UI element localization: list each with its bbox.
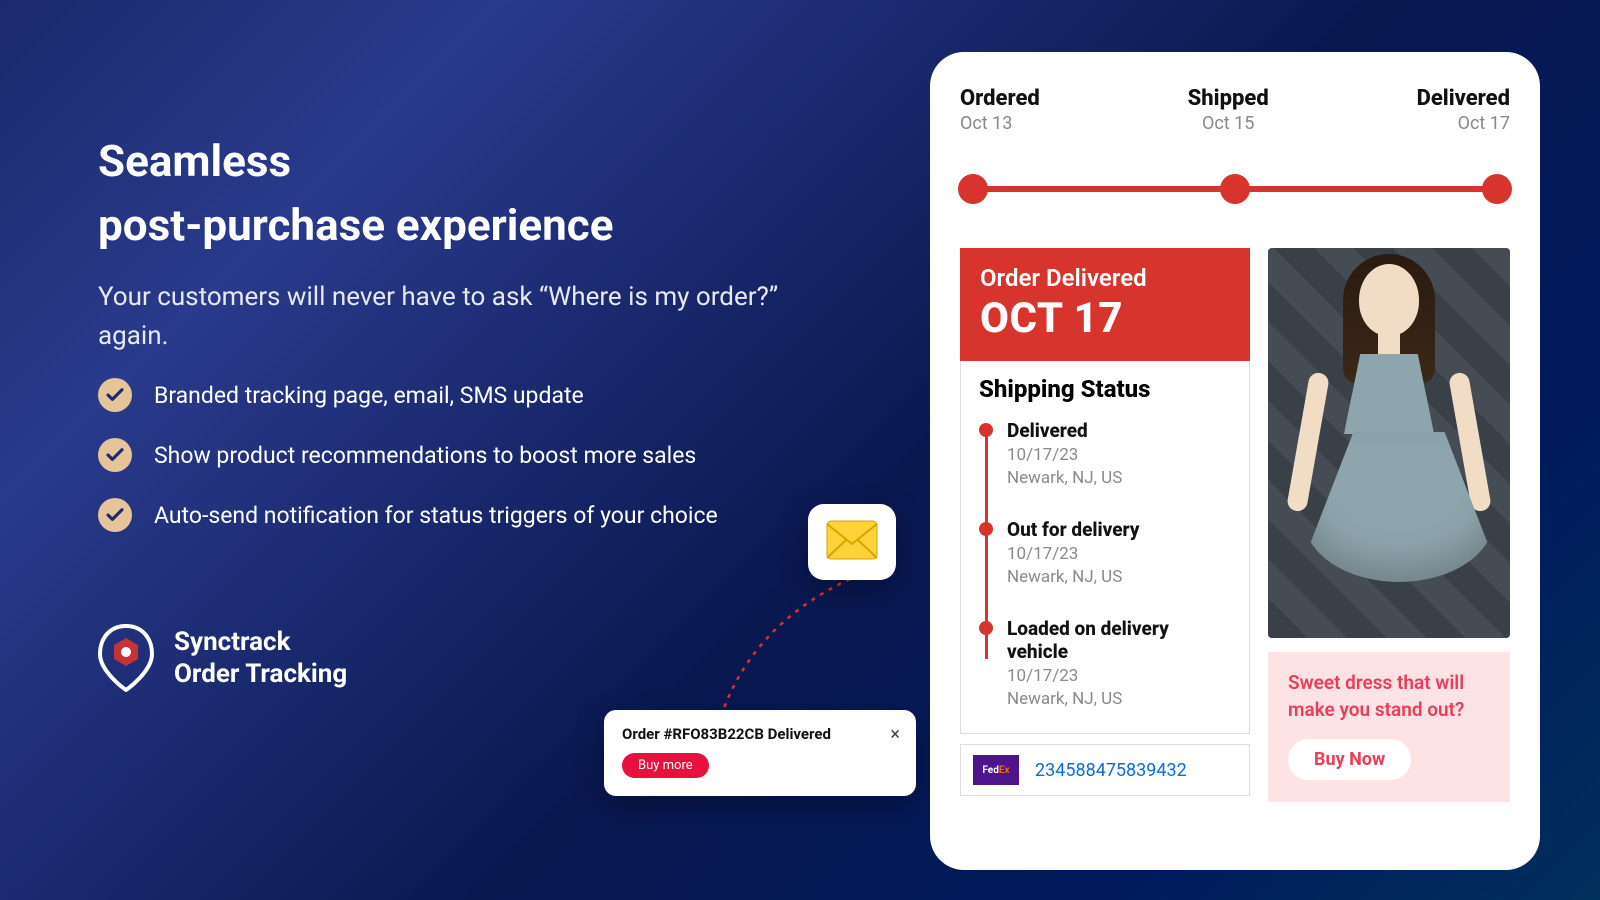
timeline-date: Oct 13 (960, 113, 1040, 134)
event-location: Newark, NJ, US (1007, 689, 1231, 709)
delivered-title: Order Delivered (980, 264, 1230, 292)
status-column: Order Delivered OCT 17 Shipping Status D… (960, 248, 1250, 870)
shipping-event: Delivered 10/17/23 Newark, NJ, US (1007, 419, 1231, 488)
timeline-title: Shipped (1188, 86, 1269, 111)
check-icon (98, 438, 132, 472)
event-date: 10/17/23 (1007, 666, 1231, 686)
page-headline: Seamless post-purchase experience (98, 130, 613, 258)
promo-text: Sweet dress that will make you stand out… (1288, 670, 1490, 723)
timeline-step-shipped: Shipped Oct 15 (1188, 86, 1269, 134)
feature-text: Branded tracking page, email, SMS update (154, 380, 584, 411)
promo-box: Sweet dress that will make you stand out… (1268, 652, 1510, 802)
feature-text: Auto-send notification for status trigge… (154, 500, 718, 531)
shipping-event: Out for delivery 10/17/23 Newark, NJ, US (1007, 518, 1231, 587)
feature-item: Show product recommendations to boost mo… (98, 440, 718, 472)
toast-title: Order #RFO83B22CB Delivered (622, 725, 831, 743)
event-list: Delivered 10/17/23 Newark, NJ, US Out fo… (979, 419, 1231, 709)
status-heading: Shipping Status (979, 375, 1231, 403)
tracking-number-link[interactable]: 234588475839432 (1035, 760, 1187, 781)
event-title: Loaded on delivery vehicle (1007, 617, 1231, 663)
feature-list: Branded tracking page, email, SMS update… (98, 380, 718, 532)
email-notification-card (808, 504, 896, 580)
delivered-banner: Order Delivered OCT 17 (960, 248, 1250, 361)
timeline-step-ordered: Ordered Oct 13 (960, 86, 1040, 134)
headline-line1: Seamless (98, 130, 613, 194)
brand-footer: Synctrack Order Tracking (98, 624, 347, 692)
timeline-date: Oct 15 (1188, 113, 1269, 134)
toast-notification: Order #RFO83B22CB Delivered × Buy more (604, 710, 916, 796)
buy-now-button[interactable]: Buy Now (1288, 739, 1411, 780)
event-title: Delivered (1007, 419, 1231, 442)
timeline-step-delivered: Delivered Oct 17 (1417, 86, 1510, 134)
fedex-logo-icon: FedEx (973, 755, 1019, 785)
headline-line2: post-purchase experience (98, 194, 613, 258)
promo-column: Sweet dress that will make you stand out… (1268, 248, 1510, 870)
brand-line2: Order Tracking (174, 658, 347, 691)
envelope-icon (826, 520, 878, 564)
product-photo (1268, 248, 1510, 638)
event-date: 10/17/23 (1007, 544, 1231, 564)
timeline-title: Ordered (960, 86, 1040, 111)
timeline-title: Delivered (1417, 86, 1510, 111)
buy-more-button[interactable]: Buy more (622, 753, 709, 778)
progress-timeline: Ordered Oct 13 Shipped Oct 15 Delivered … (960, 86, 1510, 134)
shipping-event: Loaded on delivery vehicle 10/17/23 Newa… (1007, 617, 1231, 709)
shipping-status-box: Shipping Status Delivered 10/17/23 Newar… (960, 361, 1250, 734)
feature-item: Auto-send notification for status trigge… (98, 500, 718, 532)
event-location: Newark, NJ, US (1007, 468, 1231, 488)
timeline-dot-icon (1482, 174, 1512, 204)
timeline-dot-icon (1220, 174, 1250, 204)
event-title: Out for delivery (1007, 518, 1231, 541)
brand-name: Synctrack Order Tracking (174, 626, 347, 691)
brand-line1: Synctrack (174, 626, 347, 659)
check-icon (98, 498, 132, 532)
tracking-widget: Ordered Oct 13 Shipped Oct 15 Delivered … (930, 52, 1540, 870)
event-location: Newark, NJ, US (1007, 567, 1231, 587)
check-icon (98, 378, 132, 412)
delivered-date: OCT 17 (980, 294, 1230, 343)
event-date: 10/17/23 (1007, 445, 1231, 465)
feature-text: Show product recommendations to boost mo… (154, 440, 696, 471)
brand-logo-icon (98, 624, 154, 692)
timeline-date: Oct 17 (1417, 113, 1510, 134)
feature-item: Branded tracking page, email, SMS update (98, 380, 718, 412)
timeline-dot-icon (958, 174, 988, 204)
close-icon[interactable]: × (890, 724, 900, 745)
page-subhead: Your customers will never have to ask “W… (98, 278, 818, 356)
carrier-row: FedEx 234588475839432 (960, 744, 1250, 796)
